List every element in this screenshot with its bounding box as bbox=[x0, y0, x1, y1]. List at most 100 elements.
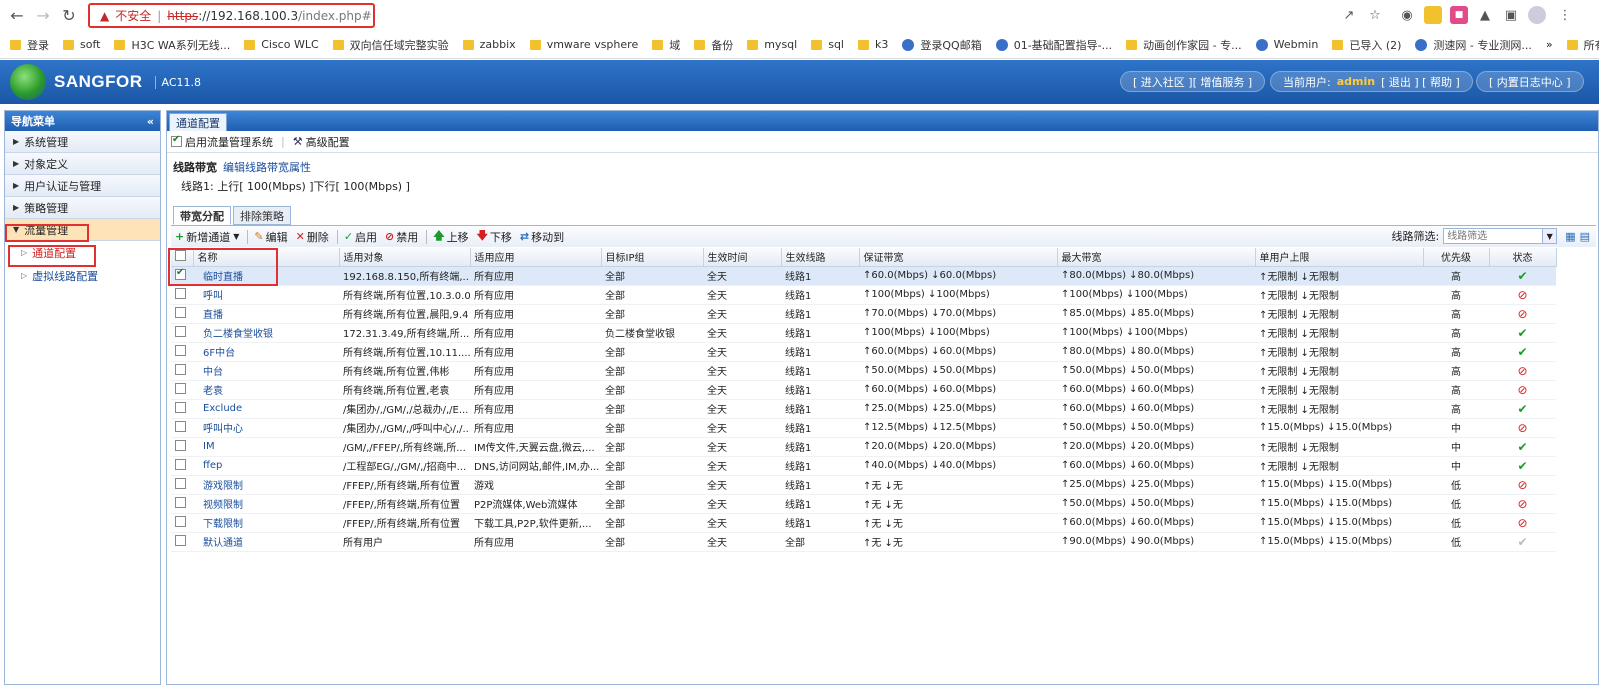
collapse-icon[interactable]: « bbox=[147, 115, 154, 128]
table-row[interactable]: ffep/工程部EG/,/GM/,/招商中... DNS,访问网站,邮件,IM,办… bbox=[171, 456, 1556, 476]
bookmark-item[interactable]: 测速网 - 专业测网... bbox=[1415, 37, 1532, 53]
row-checkbox[interactable] bbox=[175, 534, 186, 546]
bookmark-item[interactable]: 所有书签 bbox=[1566, 37, 1599, 53]
community-links-text[interactable]: [ 进入社区 ][ 增值服务 ] bbox=[1133, 74, 1252, 90]
table-row[interactable]: 游戏限制/FFEP/,所有终端,所有位置 游戏 全部 全天 线路1 ↑无 ↓无 ↑25.0(… bbox=[171, 475, 1556, 495]
table-row[interactable]: 呼叫中心/集团办/,/GM/,/呼叫中心/,/... 所有应用 全部 全天 线路1 ↑12… bbox=[171, 418, 1556, 438]
grid-view-icon[interactable]: ▦ bbox=[1565, 230, 1575, 243]
bookmark-item[interactable]: Cisco WLC bbox=[244, 38, 319, 51]
add-channel-button[interactable]: + 新增通道 ▼ bbox=[175, 229, 239, 245]
address-bar[interactable]: ▲ 不安全 | https://192.168.100.3/index.php# bbox=[88, 3, 375, 28]
extension-folder-icon[interactable] bbox=[1424, 6, 1442, 24]
col-object[interactable]: 适用对象 bbox=[339, 248, 471, 267]
logout-help-links[interactable]: [ 退出 ] [ 帮助 ] bbox=[1381, 74, 1460, 90]
col-user-limit[interactable]: 单用户上限 bbox=[1255, 248, 1424, 267]
cell-status[interactable]: ⊘ bbox=[1489, 380, 1556, 400]
cell-status[interactable]: ✔ bbox=[1489, 437, 1556, 457]
row-checkbox[interactable] bbox=[175, 363, 186, 375]
extension-g-icon[interactable]: ◉ bbox=[1398, 6, 1416, 24]
tab-exclusion-policy[interactable]: 排除策略 bbox=[233, 206, 291, 225]
table-row[interactable]: 负二楼食堂收银 172.31.3.49,所有终端,所... 所有应用 负二楼食堂收银全… bbox=[171, 323, 1556, 343]
edit-button[interactable]: ✎ 编辑 bbox=[254, 229, 287, 245]
move-to-button[interactable]: ⇄ 移动到 bbox=[520, 229, 564, 245]
cell-name[interactable]: 中台 bbox=[193, 361, 339, 381]
star-icon[interactable]: ☆ bbox=[1366, 6, 1384, 24]
cell-name[interactable]: 默认通道 bbox=[193, 532, 339, 552]
share-icon[interactable]: ↗ bbox=[1340, 6, 1358, 24]
bookmark-item[interactable]: vmware vsphere bbox=[529, 38, 638, 51]
sidepanel-icon[interactable]: ▣ bbox=[1502, 6, 1520, 24]
table-row[interactable]: 老袁 所有终端,所有位置,老袁 所有应用 全部 全天 线路1 ↑60.0(Mbps) ↓60… bbox=[171, 380, 1556, 400]
row-checkbox[interactable] bbox=[175, 344, 186, 356]
bookmark-item[interactable]: k3 bbox=[858, 38, 888, 51]
row-checkbox[interactable] bbox=[175, 401, 186, 413]
table-row[interactable]: 临时直播192.168.8.150,所有终端,...所有应用全部全天线路1↑60… bbox=[171, 266, 1556, 286]
bookmark-item[interactable]: sql bbox=[811, 38, 844, 51]
row-checkbox[interactable] bbox=[175, 496, 186, 508]
cell-name[interactable]: 游戏限制 bbox=[193, 475, 339, 495]
cell-status[interactable]: ⊘ bbox=[1489, 475, 1556, 495]
delete-button[interactable]: ✕ 删除 bbox=[296, 229, 329, 245]
table-row[interactable]: 呼叫 所有终端,所有位置,10.3.0.0 所有应用 全部 全天 线路1 ↑100(Mbps… bbox=[171, 285, 1556, 305]
bookmark-item[interactable]: 已导入 (2) bbox=[1332, 37, 1401, 53]
table-row[interactable]: 默认通道 所有用户 所有应用 全部 全天 全部 ↑无 ↓无 ↑90.0(Mbps) ↓90.0… bbox=[171, 532, 1556, 552]
cell-name[interactable]: 下载限制 bbox=[193, 513, 339, 533]
bookmark-item[interactable]: 01-基础配置指导-... bbox=[995, 37, 1112, 53]
col-status[interactable]: 状态 bbox=[1489, 248, 1557, 267]
col-time[interactable]: 生效时间 bbox=[703, 248, 782, 267]
cell-status[interactable]: ⊘ bbox=[1489, 418, 1556, 438]
cell-name[interactable]: IM bbox=[193, 437, 339, 457]
col-app[interactable]: 适用应用 bbox=[470, 248, 602, 267]
col-priority[interactable]: 优先级 bbox=[1423, 248, 1490, 267]
col-ipgroup[interactable]: 目标IP组 bbox=[601, 248, 704, 267]
line-filter-input[interactable] bbox=[1443, 228, 1544, 244]
cell-name[interactable]: 呼叫中心 bbox=[193, 418, 339, 438]
cell-name[interactable]: Exclude bbox=[193, 399, 339, 419]
cell-name[interactable]: 老袁 bbox=[193, 380, 339, 400]
row-checkbox[interactable] bbox=[175, 458, 186, 470]
row-checkbox[interactable] bbox=[175, 420, 186, 432]
reload-icon[interactable]: ↻ bbox=[56, 3, 82, 29]
table-row[interactable]: 中台 所有终端,所有位置,伟彬 所有应用 全部 全天 线路1 ↑50.0(Mbps) ↓50… bbox=[171, 361, 1556, 381]
bookmark-item[interactable]: H3C WA系列无线... bbox=[114, 37, 230, 53]
back-icon[interactable]: ← bbox=[4, 3, 30, 29]
more-bookmarks-icon[interactable]: » bbox=[1546, 38, 1553, 51]
bookmark-item[interactable]: 登录QQ邮箱 bbox=[902, 37, 982, 53]
cell-name[interactable]: ffep bbox=[193, 456, 339, 476]
table-row[interactable]: 下载限制/FFEP/,所有终端,所有位置 下载工具,P2P,软件更新,... 全部全… bbox=[171, 513, 1556, 533]
cell-name[interactable]: 6F中台 bbox=[193, 342, 339, 362]
list-view-icon[interactable]: ▤ bbox=[1580, 230, 1590, 243]
table-row[interactable]: 6F中台 所有终端,所有位置,10.11.... 所有应用 全部 全天 线路1 ↑60.0(… bbox=[171, 342, 1556, 362]
table-row[interactable]: 直播 所有终端,所有位置,晨阳,9.4 所有应用 全部 全天 线路1 ↑70.0(Mbps)… bbox=[171, 304, 1556, 324]
cell-name[interactable]: 负二楼食堂收银 bbox=[193, 323, 339, 343]
log-center-link[interactable]: [ 内置日志中心 ] bbox=[1476, 71, 1584, 92]
col-line[interactable]: 生效线路 bbox=[781, 248, 860, 267]
cell-status[interactable]: ✔ bbox=[1489, 323, 1556, 343]
cell-name[interactable]: 直播 bbox=[193, 304, 339, 324]
bookmark-item[interactable]: 双向信任域完整实验 bbox=[332, 37, 449, 53]
bookmark-item[interactable]: mysql bbox=[747, 38, 797, 51]
enable-traffic-checkbox[interactable] bbox=[171, 134, 182, 147]
move-down-button[interactable]: 🡇 下移 bbox=[477, 227, 512, 246]
row-checkbox[interactable] bbox=[175, 287, 186, 299]
col-guaranteed[interactable]: 保证带宽 bbox=[859, 248, 1058, 267]
table-row[interactable]: 视频限制/FFEP/,所有终端,所有位置 P2P流媒体,Web流媒体 全部 全天 线路1… bbox=[171, 494, 1556, 514]
advanced-config-link[interactable]: 高级配置 bbox=[306, 134, 350, 150]
row-checkbox[interactable] bbox=[175, 515, 186, 527]
table-row[interactable]: IM/GM/,/FFEP/,所有终端,所... IM传文件,天翼云盘,微云,...… bbox=[171, 437, 1556, 457]
forward-icon[interactable]: → bbox=[30, 3, 56, 29]
tab-channel-config[interactable]: 通道配置 bbox=[169, 113, 227, 131]
cell-status[interactable]: ⊘ bbox=[1489, 361, 1556, 381]
row-checkbox[interactable] bbox=[175, 477, 186, 489]
extension-pink-icon[interactable]: ■ bbox=[1450, 6, 1468, 24]
filter-dropdown-icon[interactable]: ▼ bbox=[1543, 228, 1558, 244]
disable-button[interactable]: ⊘ 禁用 bbox=[385, 229, 418, 245]
profile-icon[interactable] bbox=[1528, 6, 1546, 24]
community-links[interactable]: [ 进入社区 ][ 增值服务 ] bbox=[1120, 71, 1266, 92]
log-center-text[interactable]: [ 内置日志中心 ] bbox=[1489, 74, 1571, 90]
tab-bandwidth-allocation[interactable]: 带宽分配 bbox=[173, 206, 231, 225]
menu-user-auth[interactable]: ▶ 用户认证与管理 bbox=[5, 175, 160, 197]
row-checkbox[interactable] bbox=[175, 382, 186, 394]
table-row[interactable]: Exclude/集团办/,/GM/,/总裁办/,/E... 所有应用 全部 全天 线路1… bbox=[171, 399, 1556, 419]
enable-button[interactable]: ✓ 启用 bbox=[344, 229, 377, 245]
